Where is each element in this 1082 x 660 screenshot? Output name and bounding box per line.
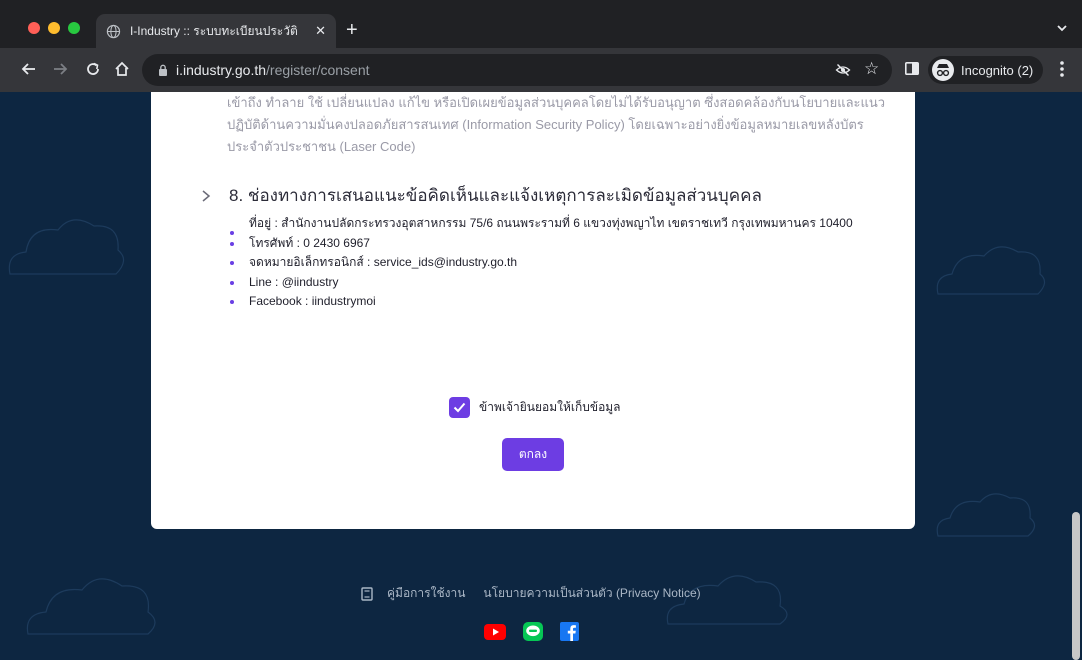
new-tab-button[interactable]: + xyxy=(346,20,358,40)
back-arrow-icon[interactable] xyxy=(20,60,38,78)
contact-facebook: Facebook : iindustrymoi xyxy=(229,292,869,312)
section-8-header[interactable]: 8. ช่องทางการเสนอแนะข้อคิดเห็นและแจ้งเหต… xyxy=(201,182,762,209)
cloud-decoration xyxy=(936,493,1036,537)
contact-line-text: Line : @iindustry xyxy=(249,274,339,289)
book-icon xyxy=(361,586,373,601)
privacy-notice-link[interactable]: นโยบายความเป็นส่วนตัว (Privacy Notice) xyxy=(483,584,700,603)
user-manual-link[interactable]: คู่มือการใช้งาน xyxy=(387,584,465,603)
incognito-icon xyxy=(932,59,954,81)
tab-title: I-Industry :: ระบบทะเบียนประวัติ xyxy=(129,23,298,38)
url-text[interactable]: i.industry.go.th/register/consent xyxy=(176,62,370,78)
consent-label: ข้าพเจ้ายินยอมให้เก็บข้อมูล xyxy=(479,400,621,414)
contact-line: Line : @iindustry xyxy=(229,273,869,293)
bullet-dot xyxy=(230,261,234,265)
bookmark-star-icon[interactable]: ☆ xyxy=(864,59,879,79)
youtube-icon[interactable] xyxy=(484,623,506,640)
home-icon[interactable] xyxy=(113,60,131,78)
line-icon[interactable] xyxy=(523,622,543,641)
cloud-decoration xyxy=(26,578,156,635)
incognito-profile-button[interactable]: Incognito (2) xyxy=(928,56,1044,84)
reload-icon[interactable] xyxy=(84,60,102,78)
checkmark-icon xyxy=(453,402,466,413)
contact-email-text: จดหมายอิเล็กทรอนิกส์ : service_ids@indus… xyxy=(249,255,518,269)
cloud-decoration xyxy=(936,246,1046,295)
consent-card: เข้าถึง ทำลาย ใช้ เปลี่ยนแปลง แก้ไข หรือ… xyxy=(151,92,915,529)
forward-arrow-icon[interactable] xyxy=(51,60,69,78)
url-host: i.industry.go.th xyxy=(176,62,267,78)
ok-button[interactable]: ตกลง xyxy=(502,438,564,471)
browser-tab[interactable]: I-Industry :: ระบบทะเบียนประวัติ ✕ xyxy=(96,14,336,48)
lock-icon[interactable] xyxy=(158,64,168,76)
scrollbar-thumb[interactable] xyxy=(1072,512,1080,660)
policy-paragraph: เข้าถึง ทำลาย ใช้ เปลี่ยนแปลง แก้ไข หรือ… xyxy=(227,95,886,154)
bullet-dot xyxy=(230,280,234,285)
bullet-dot xyxy=(230,241,234,246)
incognito-label: Incognito (2) xyxy=(961,62,1034,78)
social-links xyxy=(484,622,596,641)
contact-phone: โทรศัพท์ : 0 2430 6967 xyxy=(229,234,869,254)
browser-toolbar: i.industry.go.th/register/consent ☆ Inco… xyxy=(0,48,1082,92)
url-path: /register/consent xyxy=(266,62,370,78)
window-minimize-button[interactable] xyxy=(48,22,60,34)
facebook-icon[interactable] xyxy=(560,622,579,641)
section-title: 8. ช่องทางการเสนอแนะข้อคิดเห็นและแจ้งเหต… xyxy=(229,186,762,205)
eye-slash-icon[interactable] xyxy=(835,62,851,78)
address-bar[interactable]: i.industry.go.th/register/consent ☆ xyxy=(142,54,892,86)
side-panel-icon[interactable] xyxy=(905,62,919,75)
contact-list: ที่อยู่ : สำนักงานปลัดกระทรวงอุตสาหกรรม … xyxy=(229,214,869,312)
consent-checkbox-row[interactable]: ข้าพเจ้ายินยอมให้เก็บข้อมูล xyxy=(449,397,621,418)
contact-phone-text: โทรศัพท์ : 0 2430 6967 xyxy=(249,235,370,250)
contact-address: ที่อยู่ : สำนักงานปลัดกระทรวงอุตสาหกรรม … xyxy=(229,214,869,235)
more-menu-icon[interactable] xyxy=(1060,59,1064,79)
globe-icon xyxy=(106,24,121,38)
window-close-button[interactable] xyxy=(28,22,40,34)
footer-links: คู่มือการใช้งาน นโยบายความเป็นส่วนตัว (P… xyxy=(361,584,701,603)
cloud-decoration xyxy=(8,219,125,275)
contact-email: จดหมายอิเล็กทรอนิกส์ : service_ids@indus… xyxy=(229,253,869,273)
window-zoom-button[interactable] xyxy=(68,22,80,34)
contact-address-text: ที่อยู่ : สำนักงานปลัดกระทรวงอุตสาหกรรม … xyxy=(249,216,853,230)
page-scrollbar[interactable] xyxy=(1070,92,1082,660)
bullet-dot xyxy=(230,300,234,304)
contact-facebook-text: Facebook : iindustrymoi xyxy=(249,294,376,308)
tab-search-chevron-icon[interactable] xyxy=(1056,22,1068,34)
consent-checkbox[interactable] xyxy=(449,397,470,418)
chevron-right-icon xyxy=(202,189,211,202)
browser-tab-bar: I-Industry :: ระบบทะเบียนประวัติ ✕ + xyxy=(0,0,1082,48)
tab-close-icon[interactable]: ✕ xyxy=(315,23,326,39)
page-viewport: เข้าถึง ทำลาย ใช้ เปลี่ยนแปลง แก้ไข หรือ… xyxy=(0,92,1082,660)
